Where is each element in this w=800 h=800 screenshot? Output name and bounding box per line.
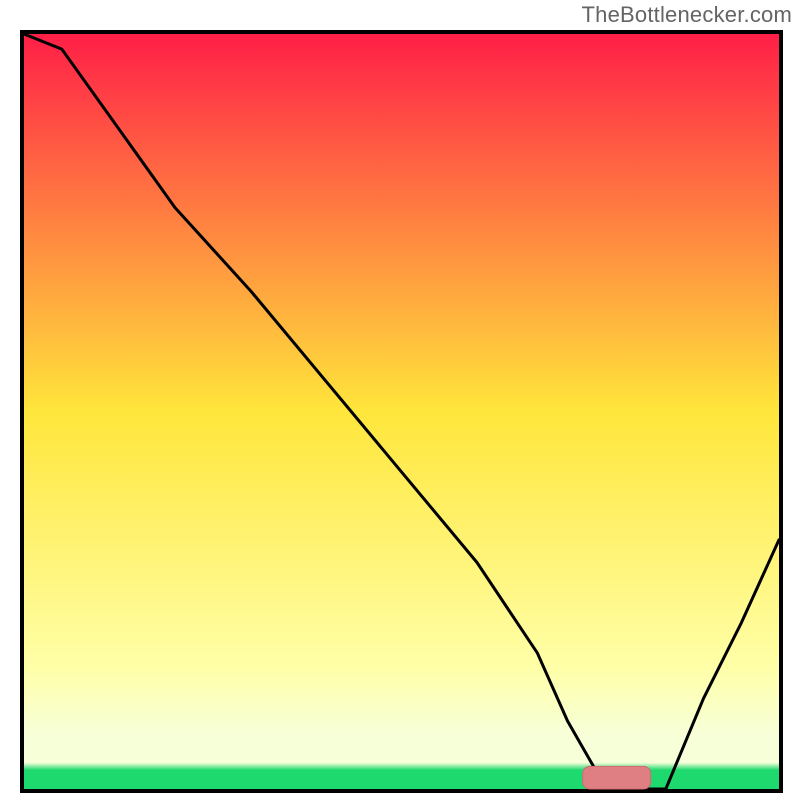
branding-text: TheBottlenecker.com <box>582 2 792 28</box>
plot-background <box>24 34 779 789</box>
chart-container: TheBottlenecker.com <box>0 0 800 800</box>
optimal-range-marker <box>583 766 651 789</box>
plot-svg <box>0 0 800 800</box>
